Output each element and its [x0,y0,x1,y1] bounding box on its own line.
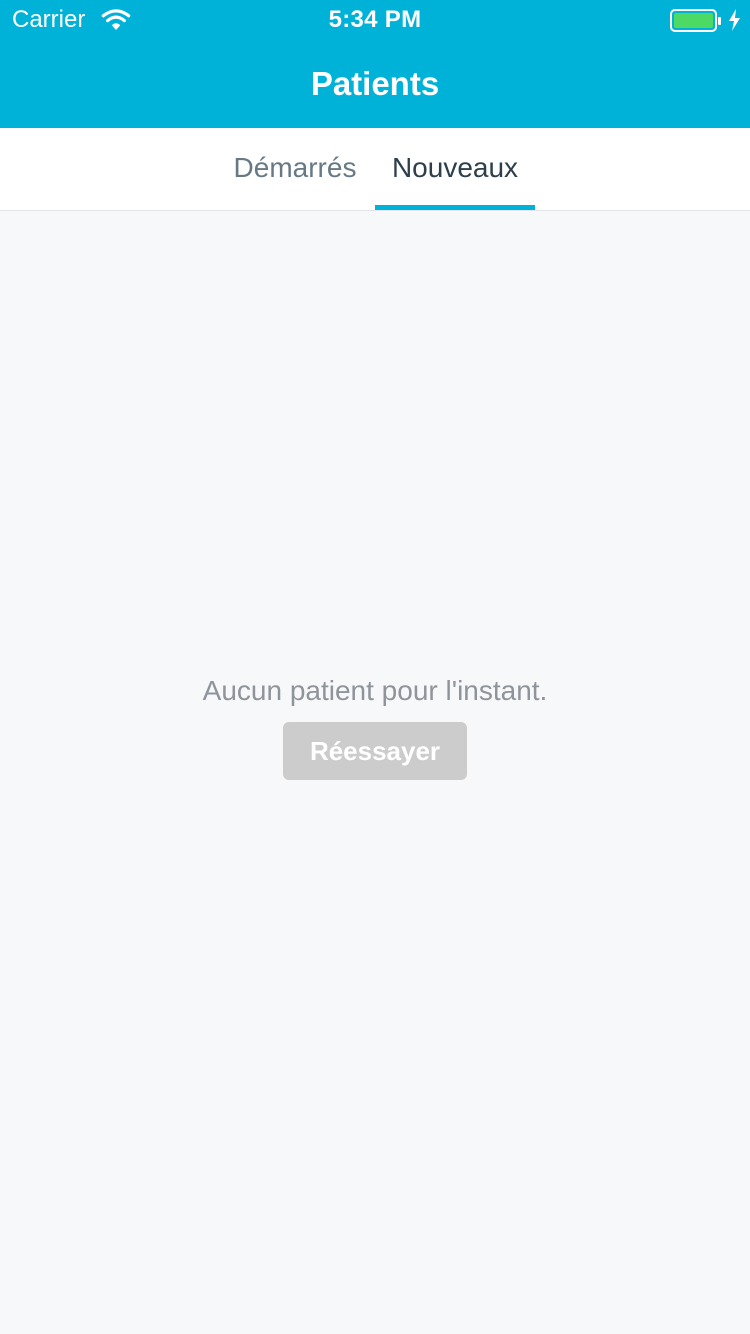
charging-bolt-icon [729,9,740,31]
header: Carrier 5:34 PM Patients [0,0,750,128]
empty-state-message: Aucun patient pour l'instant. [202,675,548,706]
tab-nouveaux[interactable]: Nouveaux [375,128,535,210]
selected-tab-indicator [375,205,535,210]
status-bar: Carrier 5:34 PM [0,0,750,40]
tab-demarres[interactable]: Démarrés [216,128,374,210]
retry-button[interactable]: Réessayer [283,722,467,780]
patients-screen: Carrier 5:34 PM Patients Démarrés Nouvea… [0,0,750,1334]
patient-tabs: Démarrés Nouveaux [0,128,750,211]
page-title: Patients [310,65,440,102]
status-time: 5:34 PM [328,6,422,33]
battery-icon [670,9,721,32]
